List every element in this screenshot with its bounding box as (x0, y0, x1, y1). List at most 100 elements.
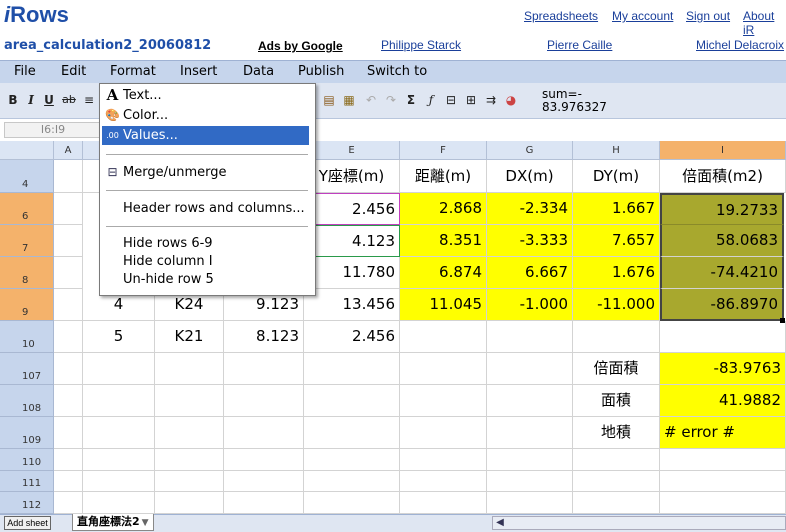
add-sheet-button[interactable]: Add sheet (4, 516, 51, 530)
column-header-h[interactable]: H (573, 141, 660, 160)
cell-g110[interactable] (487, 449, 573, 471)
cell-c110[interactable] (155, 449, 224, 471)
cell-d107[interactable] (224, 353, 304, 385)
cell-h107[interactable]: 倍面積 (573, 353, 660, 385)
cell-b109[interactable] (83, 417, 155, 449)
row-header-107[interactable]: 107 (0, 353, 54, 385)
cell-f111[interactable] (400, 471, 487, 492)
sheet-tab[interactable]: 直角座標法2 ▼ (72, 514, 154, 531)
row-header-6[interactable]: 6 (0, 193, 54, 225)
cell-d111[interactable] (224, 471, 304, 492)
column-header-g[interactable]: G (487, 141, 573, 160)
cell-i112[interactable] (660, 492, 786, 514)
cell-g8[interactable]: 6.667 (487, 257, 573, 289)
cell-g111[interactable] (487, 471, 573, 492)
ad-link-pierre-caille[interactable]: Pierre Caille (547, 38, 612, 52)
cell-a6[interactable] (54, 193, 83, 225)
cell-g9[interactable]: -1.000 (487, 289, 573, 321)
menu-item-color[interactable]: 🎨 Color... (100, 106, 315, 125)
cell-i108[interactable]: 41.9882 (660, 385, 786, 417)
horizontal-scrollbar[interactable]: ◀ (492, 516, 786, 530)
cell-a109[interactable] (54, 417, 83, 449)
document-name[interactable]: area_calculation2_20060812 (4, 38, 211, 53)
bold-icon[interactable]: B (6, 93, 20, 107)
cell-a10[interactable] (54, 321, 83, 353)
cell-a4[interactable] (54, 160, 83, 193)
cell-e111[interactable] (304, 471, 400, 492)
row-header-8[interactable]: 8 (0, 257, 54, 289)
cell-a9[interactable] (54, 289, 83, 321)
row-header-10[interactable]: 10 (0, 321, 54, 353)
insert-row-icon[interactable]: ⊟ (444, 93, 458, 107)
menu-item-merge[interactable]: ⊟ Merge/unmerge (100, 163, 315, 182)
cell-h8[interactable]: 1.676 (573, 257, 660, 289)
align-icon[interactable]: ≡ (82, 93, 96, 107)
row-header-109[interactable]: 109 (0, 417, 54, 449)
about-link[interactable]: About iR (743, 9, 786, 37)
cell-e107[interactable] (304, 353, 400, 385)
cell-e10[interactable]: 2.456 (304, 321, 400, 353)
cell-h110[interactable] (573, 449, 660, 471)
cell-h109[interactable]: 地積 (573, 417, 660, 449)
cell-e7[interactable]: 4.123 (304, 225, 400, 257)
copy-icon[interactable]: ▤ (322, 93, 336, 107)
cell-f10[interactable] (400, 321, 487, 353)
menu-item-values[interactable]: .00 Values... (102, 126, 309, 145)
cell-e110[interactable] (304, 449, 400, 471)
column-header-e[interactable]: E (304, 141, 400, 160)
cell-f110[interactable] (400, 449, 487, 471)
ads-by-google[interactable]: Ads by Google (258, 39, 343, 53)
strikethrough-icon[interactable]: ab (62, 93, 76, 107)
row-header-108[interactable]: 108 (0, 385, 54, 417)
row-header-110[interactable]: 110 (0, 449, 54, 471)
ad-link-michel-delacroix[interactable]: Michel Delacroix (696, 38, 784, 52)
cell-h7[interactable]: 7.657 (573, 225, 660, 257)
menu-edit[interactable]: Edit (61, 64, 86, 79)
cell-i111[interactable] (660, 471, 786, 492)
redo-icon[interactable]: ↷ (384, 93, 398, 107)
cell-d10[interactable]: 8.123 (224, 321, 304, 353)
menu-switch-to[interactable]: Switch to (367, 64, 427, 79)
cell-h111[interactable] (573, 471, 660, 492)
cell-i110[interactable] (660, 449, 786, 471)
cell-h108[interactable]: 面積 (573, 385, 660, 417)
cell-d108[interactable] (224, 385, 304, 417)
cell-d109[interactable] (224, 417, 304, 449)
cell-i10[interactable] (660, 321, 786, 353)
cell-a7[interactable] (54, 225, 83, 257)
cell-e108[interactable] (304, 385, 400, 417)
cell-c109[interactable] (155, 417, 224, 449)
undo-icon[interactable]: ↶ (364, 93, 378, 107)
menu-format[interactable]: Format (110, 64, 156, 79)
cell-g6[interactable]: -2.334 (487, 193, 573, 225)
row-header-7[interactable]: 7 (0, 225, 54, 257)
cell-a8[interactable] (54, 257, 83, 289)
sum-icon[interactable]: Σ (404, 93, 418, 107)
cell-h10[interactable] (573, 321, 660, 353)
cell-f4[interactable]: 距離(m) (400, 160, 487, 193)
cell-a112[interactable] (54, 492, 83, 514)
cell-a108[interactable] (54, 385, 83, 417)
row-header-4[interactable]: 4 (0, 160, 54, 193)
column-header-i[interactable]: I (660, 141, 786, 160)
cell-h6[interactable]: 1.667 (573, 193, 660, 225)
sign-out-link[interactable]: Sign out (686, 9, 730, 23)
cell-i7[interactable]: 58.0683 (660, 225, 784, 257)
row-header-112[interactable]: 112 (0, 492, 54, 514)
cell-f6[interactable]: 2.868 (400, 193, 487, 225)
menu-item-hide-column[interactable]: Hide column I (100, 252, 315, 271)
cell-f8[interactable]: 6.874 (400, 257, 487, 289)
cell-g108[interactable] (487, 385, 573, 417)
cell-f108[interactable] (400, 385, 487, 417)
ad-link-philippe-starck[interactable]: Philippe Starck (381, 38, 461, 52)
sort-icon[interactable]: ⇉ (484, 93, 498, 107)
cell-h9[interactable]: -11.000 (573, 289, 660, 321)
menu-data[interactable]: Data (243, 64, 274, 79)
column-header-a[interactable]: A (54, 141, 83, 160)
menu-item-unhide-row[interactable]: Un-hide row 5 (100, 270, 315, 289)
row-header-111[interactable]: 111 (0, 471, 54, 492)
cell-c111[interactable] (155, 471, 224, 492)
cell-a107[interactable] (54, 353, 83, 385)
column-header-f[interactable]: F (400, 141, 487, 160)
cell-d110[interactable] (224, 449, 304, 471)
